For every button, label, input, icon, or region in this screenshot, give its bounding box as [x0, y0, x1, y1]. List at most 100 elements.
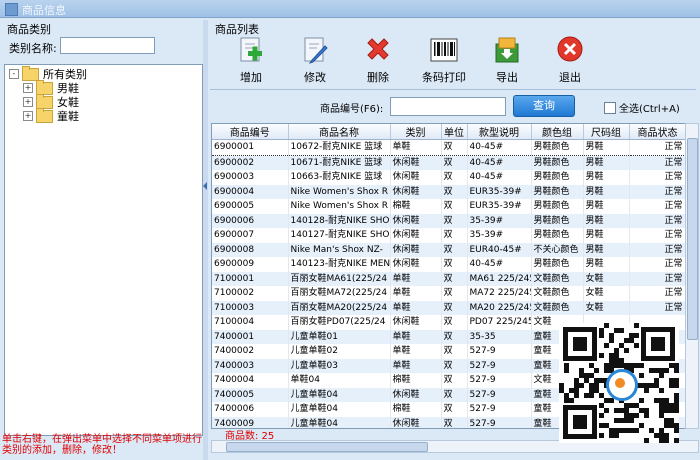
qr-module [559, 388, 564, 393]
qr-module [634, 363, 639, 368]
qr-module [659, 373, 664, 378]
table-cell: 男鞋颜色 [531, 184, 584, 199]
tree-node-all[interactable]: - 所有类别 [9, 65, 87, 81]
column-header[interactable]: 款型说明 [467, 124, 532, 140]
column-header[interactable]: 颜色组 [531, 124, 584, 140]
category-name-input[interactable] [60, 37, 155, 54]
table-row[interactable]: 6900001 10672-耐克NIKE 篮球 单鞋双 40-45# 男鞋颜色 男鞋 正常 [212, 139, 686, 156]
vertical-scrollbar[interactable] [685, 123, 699, 429]
qr-module [589, 373, 594, 378]
table-row[interactable]: 6900009 140123-耐克NIKE MEN 休闲鞋双 40-45# 男鞋颜色 男鞋… [212, 257, 686, 272]
tree-node-women[interactable]: + 女鞋 [23, 93, 79, 109]
table-cell: 男鞋 [583, 199, 630, 214]
qr-module [574, 388, 579, 393]
qr-module [629, 403, 634, 408]
qr-module [624, 418, 629, 423]
table-cell: 棉鞋 [390, 199, 442, 214]
table-cell: 休闲鞋 [390, 213, 442, 228]
expand-icon[interactable]: + [23, 111, 33, 121]
table-cell: 双 [441, 139, 468, 156]
category-name-label: 类别名称: [9, 42, 57, 55]
table-cell: 527-9 [467, 387, 532, 402]
table-cell: 男鞋颜色 [531, 228, 584, 243]
table-cell: 单鞋 [390, 139, 442, 156]
table-row[interactable]: 7100001 百丽女鞋MA61(225/24 单鞋双 MA61 225/245 文鞋颜… [212, 271, 686, 286]
qr-module [659, 408, 664, 413]
qr-module [634, 428, 639, 433]
panel-splitter[interactable] [203, 20, 208, 460]
qr-module [609, 428, 614, 433]
qr-logo-icon [606, 369, 638, 401]
table-cell: 6900004 [212, 184, 289, 199]
table-row[interactable]: 7100003 百丽女鞋MA20(225/24 单鞋双 MA20 225/245 文鞋颜… [212, 300, 686, 315]
table-cell: 男鞋 [583, 257, 630, 272]
table-cell: 单鞋 [390, 271, 442, 286]
table-cell: 双 [441, 286, 468, 301]
column-header[interactable]: 商品状态 [629, 124, 686, 140]
table-row[interactable]: 6900002 10671-耐克NIKE 篮球 休闲鞋双 40-45# 男鞋颜色 男鞋 正常 [212, 155, 686, 170]
table-row[interactable]: 6900003 10663-耐克NIKE 篮球 休闲鞋双 40-45# 男鞋颜色 男鞋 正常 [212, 170, 686, 185]
table-cell: Nike Women's Shox R [288, 184, 391, 199]
qr-module [659, 438, 664, 443]
scroll-thumb[interactable] [226, 442, 428, 452]
exit-button[interactable]: 退出 [547, 35, 593, 87]
table-row[interactable]: 6900004 Nike Women's Shox R 休闲鞋双 EUR35-39# 男… [212, 184, 686, 199]
qr-module [629, 363, 634, 368]
collapse-arrow-icon[interactable] [203, 182, 207, 190]
table-cell: 休闲鞋 [390, 257, 442, 272]
column-header[interactable]: 类别 [390, 124, 442, 140]
qr-module [604, 368, 609, 373]
table-row[interactable]: 6900005 Nike Women's Shox R 棉鞋双 EUR35-39# 男鞋… [212, 199, 686, 214]
table-cell: 7100002 [212, 286, 289, 301]
table-cell: 文鞋颜色 [531, 286, 584, 301]
category-tree[interactable]: - 所有类别 + 男鞋 + 女鞋 + 童鞋 [4, 64, 203, 436]
qr-module [624, 408, 629, 413]
table-cell: 35-35 [467, 329, 532, 344]
qr-module [619, 328, 624, 333]
qr-module [584, 393, 589, 398]
tree-node-kids[interactable]: + 童鞋 [23, 107, 79, 123]
qr-module [674, 368, 679, 373]
barcode-print-button[interactable]: 条码打印 [418, 35, 470, 87]
product-code-input[interactable] [390, 97, 506, 116]
delete-button[interactable]: 删除 [355, 35, 401, 87]
column-header[interactable]: 单位 [441, 124, 468, 140]
qr-module [624, 413, 629, 418]
qr-module [574, 383, 579, 388]
collapse-icon[interactable]: - [9, 69, 19, 79]
table-row[interactable]: 6900006 140128-耐克NIKE SHO 休闲鞋双 35-39# 男鞋颜色 男鞋… [212, 213, 686, 228]
expand-icon[interactable]: + [23, 83, 33, 93]
query-button[interactable]: 查询 [513, 95, 575, 117]
column-header[interactable]: 商品编号 [212, 124, 289, 140]
checkbox-icon[interactable] [604, 101, 616, 114]
export-button[interactable]: 导出 [484, 35, 530, 87]
scroll-thumb[interactable] [687, 138, 698, 340]
qr-module [674, 408, 679, 413]
qr-module [569, 388, 574, 393]
edit-label: 修改 [304, 71, 326, 84]
table-cell: 单鞋04 [288, 373, 391, 388]
expand-icon[interactable]: + [23, 97, 33, 107]
tree-node-men[interactable]: + 男鞋 [23, 79, 79, 95]
qr-module [624, 338, 629, 343]
table-row[interactable]: 6900007 140127-耐克NIKE SHO 休闲鞋双 35-39# 男鞋颜色 男鞋… [212, 228, 686, 243]
table-cell: 双 [441, 199, 468, 214]
qr-module [614, 363, 619, 368]
qr-module [619, 418, 624, 423]
select-all-checkbox[interactable]: 全选(Ctrl+A) [604, 100, 680, 115]
qr-module [594, 388, 599, 393]
table-row[interactable]: 6900008 Nike Man's Shox NZ- 休闲鞋双 EUR40-45# 不… [212, 242, 686, 257]
add-button[interactable]: 增加 [228, 35, 274, 87]
qr-module [669, 363, 674, 368]
edit-button[interactable]: 修改 [292, 35, 338, 87]
table-cell: 男鞋 [583, 228, 630, 243]
table-cell: 男鞋 [583, 242, 630, 257]
qr-module [664, 433, 669, 438]
qr-module [614, 358, 619, 363]
table-row[interactable]: 7100002 百丽女鞋MA72(225/24 单鞋双 MA72 225/245 文鞋颜… [212, 286, 686, 301]
column-header[interactable]: 尺码组 [583, 124, 630, 140]
table-cell: 双 [441, 242, 468, 257]
category-help-note: 单击右键，在弹出菜单中选择不同菜单项进行类别的添加，删除，修改！ [2, 434, 202, 456]
column-header[interactable]: 商品名称 [288, 124, 391, 140]
qr-module [674, 363, 679, 368]
